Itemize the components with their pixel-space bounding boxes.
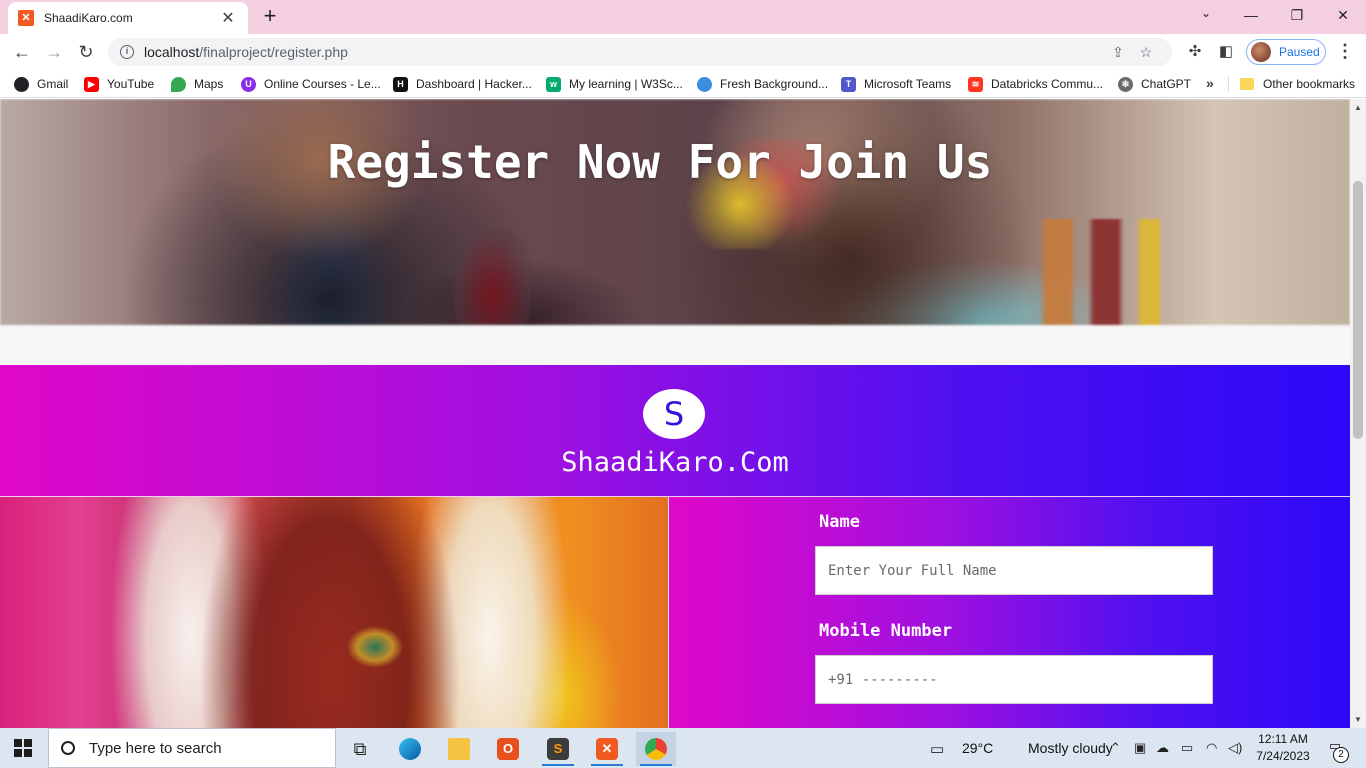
- weather-temp[interactable]: 29°C: [962, 728, 993, 768]
- weather-condition[interactable]: Mostly cloudy: [1028, 728, 1113, 768]
- bookmark-gmail[interactable]: Gmail: [14, 75, 68, 93]
- udemy-icon: U: [241, 76, 256, 92]
- scroll-thumb[interactable]: [1353, 181, 1363, 439]
- windows-taskbar: Type here to search ⧉ O S ✕ ▭ 29°C Mostl…: [0, 728, 1366, 768]
- brand-logo: S: [643, 389, 705, 439]
- back-arrow-icon[interactable]: ←: [8, 38, 36, 66]
- bookmark-databricks[interactable]: ≋ Databricks Commu...: [968, 75, 1103, 93]
- hero-banner-image: [0, 99, 1350, 325]
- volume-icon[interactable]: ◁): [1228, 740, 1242, 756]
- edge-taskbar-icon[interactable]: [390, 732, 430, 766]
- bookmark-online-courses[interactable]: U Online Courses - Le...: [241, 75, 381, 93]
- tab-active[interactable]: ✕ ShaadiKaro.com ✕: [8, 2, 248, 34]
- chevron-up-icon[interactable]: ⌃: [1110, 740, 1121, 756]
- tab-title: ShaadiKaro.com: [44, 11, 133, 25]
- databricks-icon: ≋: [968, 76, 983, 92]
- scroll-up-arrow-icon[interactable]: ▲: [1350, 103, 1366, 112]
- scroll-down-arrow-icon[interactable]: ▼: [1350, 715, 1366, 724]
- page-viewport: Register Now For Join Us S ShaadiKaro.Co…: [0, 99, 1350, 728]
- sublime-text-icon[interactable]: S: [538, 732, 578, 766]
- mobile-label: Mobile Number: [819, 621, 953, 641]
- brand-header: S ShaadiKaro.Com: [0, 365, 1350, 496]
- avatar: [1251, 42, 1271, 62]
- bookmark-star-icon[interactable]: ☆: [1132, 44, 1160, 61]
- office-icon[interactable]: O: [488, 732, 528, 766]
- bookmark-youtube[interactable]: ▶ YouTube: [84, 75, 154, 93]
- register-form: Name Mobile Number: [668, 497, 1350, 728]
- taskbar-search-placeholder: Type here to search: [89, 739, 222, 757]
- reload-icon[interactable]: ↻: [72, 38, 100, 66]
- browser-toolbar: ← → ↻ i localhost/finalproject/register.…: [0, 34, 1366, 70]
- chrome-taskbar-icon[interactable]: [636, 732, 676, 766]
- bookmark-microsoft-teams[interactable]: T Microsoft Teams: [841, 75, 951, 93]
- tab-search-icon[interactable]: ⌄: [1196, 6, 1216, 20]
- page-title: Register Now For Join Us: [327, 135, 993, 189]
- edge-icon: [697, 76, 712, 92]
- tab-strip: ✕ ShaadiKaro.com ✕ + ⌄ — ❐ ✕: [0, 0, 1366, 34]
- weather-icon[interactable]: ▭: [930, 740, 944, 758]
- bottles-decor: [1040, 219, 1160, 325]
- onedrive-icon[interactable]: ☁: [1156, 740, 1169, 756]
- bookmarks-overflow-icon[interactable]: »: [1206, 75, 1214, 91]
- xampp-taskbar-icon[interactable]: ✕: [587, 732, 627, 766]
- task-view-icon[interactable]: ⧉: [340, 732, 380, 766]
- brand-name: ShaadiKaro.Com: [561, 447, 789, 478]
- windows-start-icon[interactable]: [14, 739, 32, 757]
- clock-time: 12:11 AM: [1258, 732, 1308, 746]
- bookmark-maps[interactable]: Maps: [171, 75, 223, 93]
- profile-button[interactable]: Paused: [1246, 39, 1326, 65]
- wine-glass-decor: [455, 229, 530, 324]
- name-label: Name: [819, 512, 860, 532]
- share-icon[interactable]: ⇪: [1104, 44, 1132, 61]
- wifi-icon[interactable]: ◠: [1206, 740, 1217, 756]
- bookmarks-bar: Gmail ▶ YouTube Maps U Online Courses - Le…: [0, 70, 1366, 98]
- folder-icon: [1240, 78, 1254, 90]
- search-icon: [61, 741, 75, 755]
- profile-status: Paused: [1279, 45, 1320, 59]
- bookmark-w3schools[interactable]: w My learning | W3Sc...: [546, 75, 683, 93]
- name-input[interactable]: [815, 546, 1213, 595]
- meet-now-icon[interactable]: ▣: [1134, 740, 1146, 756]
- map-pin-icon: [171, 76, 186, 92]
- register-section: Name Mobile Number: [0, 496, 1350, 728]
- browser-menu-icon[interactable]: ⋮: [1336, 41, 1354, 62]
- other-bookmarks-folder[interactable]: Other bookmarks: [1240, 75, 1355, 93]
- close-window-button[interactable]: ✕: [1320, 0, 1366, 30]
- wedding-hands-image: [0, 497, 668, 728]
- address-bar[interactable]: i localhost/finalproject/register.php ⇪ …: [108, 38, 1172, 66]
- file-explorer-icon[interactable]: [439, 732, 479, 766]
- minimize-button[interactable]: —: [1228, 0, 1274, 30]
- tab-close-icon[interactable]: ✕: [218, 8, 238, 28]
- xampp-favicon-icon: ✕: [18, 10, 34, 26]
- bookmarks-divider: [1228, 76, 1229, 92]
- page-scrollbar[interactable]: ▲ ▼: [1350, 99, 1366, 728]
- side-panel-icon[interactable]: ◧: [1216, 42, 1236, 62]
- url-text[interactable]: localhost/finalproject/register.php: [144, 44, 1104, 60]
- bookmark-hackerrank[interactable]: H Dashboard | Hacker...: [393, 75, 532, 93]
- clock-date: 7/24/2023: [1256, 749, 1310, 763]
- globe-icon: [14, 76, 29, 92]
- w3schools-icon: w: [546, 76, 561, 92]
- mobile-input[interactable]: [815, 655, 1213, 704]
- notification-badge: 2: [1333, 747, 1349, 763]
- youtube-icon: ▶: [84, 76, 99, 92]
- bookmark-chatgpt[interactable]: ✻ ChatGPT: [1118, 75, 1191, 93]
- new-tab-button[interactable]: +: [258, 5, 282, 29]
- taskbar-search-box[interactable]: Type here to search: [48, 728, 336, 768]
- site-info-icon[interactable]: i: [120, 45, 134, 59]
- bookmark-fresh-background[interactable]: Fresh Background...: [697, 75, 828, 93]
- taskbar-clock[interactable]: 12:11 AM 7/24/2023: [1255, 731, 1311, 765]
- chatgpt-icon: ✻: [1118, 76, 1133, 92]
- battery-icon[interactable]: ▭: [1181, 740, 1193, 756]
- restore-button[interactable]: ❐: [1274, 0, 1320, 30]
- forward-arrow-icon[interactable]: →: [40, 38, 68, 66]
- hackerrank-icon: H: [393, 76, 408, 92]
- teams-icon: T: [841, 76, 856, 92]
- extensions-puzzle-icon[interactable]: ✣: [1185, 42, 1205, 62]
